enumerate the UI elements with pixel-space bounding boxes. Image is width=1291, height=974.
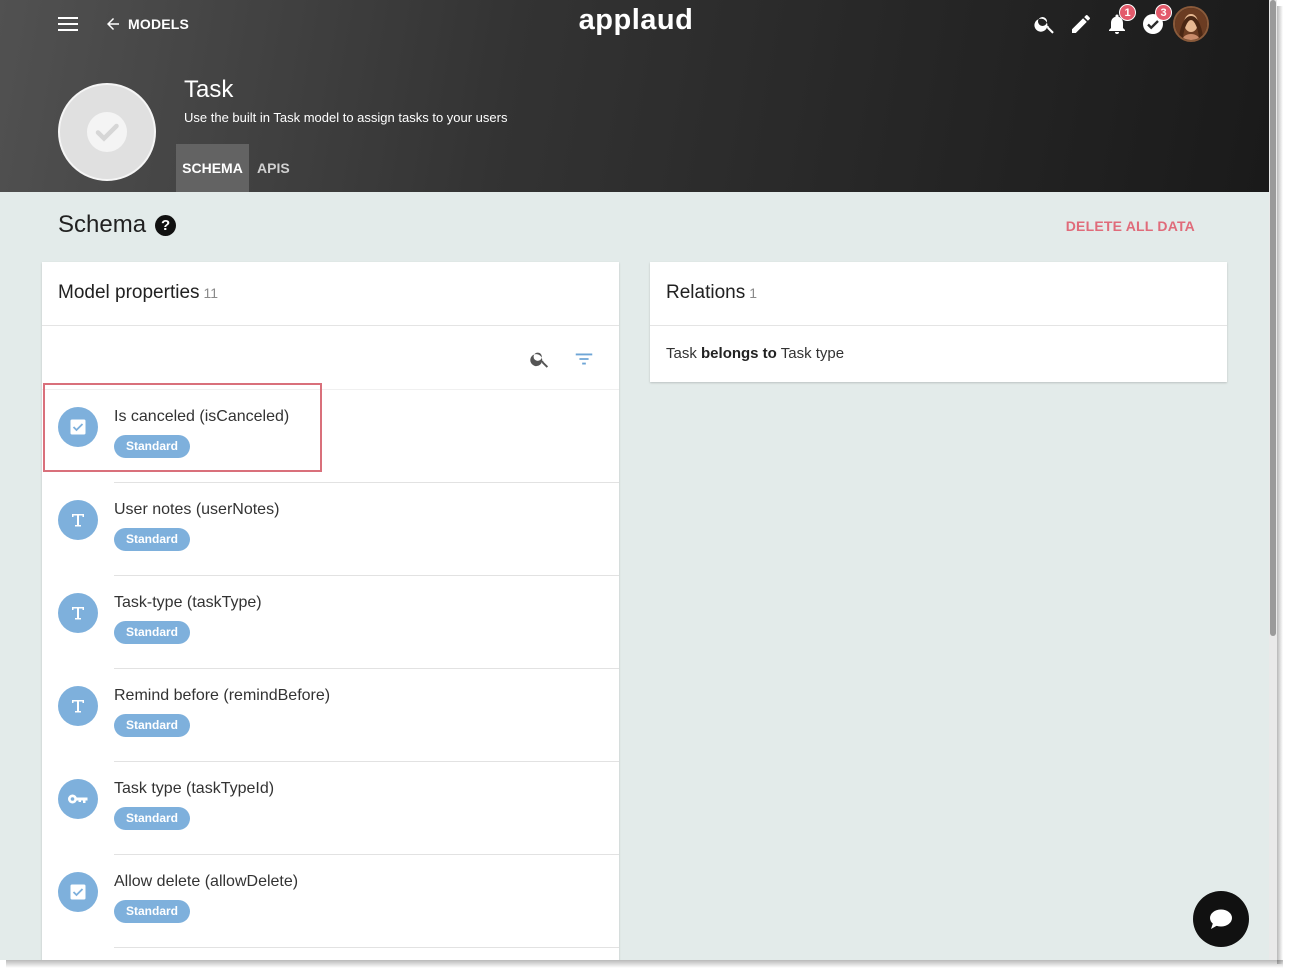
property-name: Allow delete (allowDelete) (114, 873, 299, 890)
property-name: Remind before (remindBefore) (114, 687, 331, 704)
tab-apis[interactable]: APIS (257, 144, 290, 192)
chat-bubble-icon (1210, 909, 1232, 929)
search-properties-icon[interactable] (529, 348, 551, 370)
property-row[interactable]: Is canceled (isCanceled) Standard (42, 390, 619, 483)
tab-schema[interactable]: SCHEMA (176, 144, 249, 192)
checkbox-icon (58, 407, 98, 447)
text-icon (58, 593, 98, 633)
search-icon[interactable] (1033, 12, 1057, 36)
app-window: MODELS applaud 1 3 Task Use the built in… (0, 0, 1269, 960)
properties-toolbar (42, 326, 619, 390)
schema-title: Schema (58, 211, 147, 238)
help-icon[interactable]: ? (155, 214, 177, 236)
filter-icon[interactable] (573, 348, 595, 370)
arrow-left-icon (107, 18, 119, 30)
model-properties-count: 11 (203, 285, 219, 301)
window-shadow (6, 960, 1283, 968)
property-name: Is canceled (isCanceled) (114, 408, 290, 425)
user-avatar[interactable] (1173, 6, 1209, 42)
applaud-logo: applaud (578, 4, 694, 36)
property-tag: Standard (114, 528, 191, 551)
property-row[interactable]: Task type (taskTypeId) Standard (42, 762, 619, 855)
property-tag: Standard (114, 714, 191, 737)
relation-row[interactable]: Task belongs to Task type (650, 326, 1227, 382)
app-header: MODELS applaud 1 3 Task Use the built in… (0, 0, 1269, 192)
property-row[interactable]: User notes (userNotes) Standard (42, 483, 619, 576)
property-row[interactable]: Remind before (remindBefore) Standard (42, 669, 619, 762)
text-icon (58, 686, 98, 726)
model-properties-header: Model properties 11 (42, 262, 619, 326)
key-icon (58, 779, 98, 819)
model-properties-panel: Model properties 11 Is canceled (isCancel… (42, 262, 619, 960)
text-icon (58, 500, 98, 540)
property-row[interactable]: Task-type (taskType) Standard (42, 576, 619, 669)
model-avatar (58, 83, 156, 181)
model-description: Use the built in Task model to assign ta… (184, 110, 508, 125)
notifications-badge: 1 (1119, 4, 1136, 21)
property-name: Task-type (taskType) (114, 594, 262, 611)
property-tag: Standard (114, 435, 191, 458)
schema-heading: Schema ? (58, 211, 177, 239)
user-avatar-image (1175, 8, 1207, 40)
delete-all-data-button[interactable]: DELETE ALL DATA (1066, 218, 1195, 234)
check-circle-icon (87, 112, 127, 152)
relation-target: Task type (780, 345, 845, 362)
edit-pencil-icon[interactable] (1069, 12, 1093, 36)
property-row[interactable]: Allow delete (allowDelete) Standard (42, 855, 619, 948)
property-name: Task type (taskTypeId) (114, 780, 275, 797)
property-tag: Standard (114, 621, 191, 644)
chat-button[interactable] (1193, 891, 1249, 947)
property-name: User notes (userNotes) (114, 501, 280, 518)
back-link-label: MODELS (128, 16, 190, 32)
property-tag: Standard (114, 807, 191, 830)
relations-title: Relations (666, 282, 746, 303)
relations-count: 1 (749, 285, 758, 301)
model-title: Task (184, 76, 234, 103)
vertical-scrollbar[interactable] (1269, 0, 1277, 960)
scrollbar-thumb[interactable] (1270, 0, 1276, 636)
menu-icon[interactable] (58, 16, 80, 32)
relation-type: belongs to (701, 345, 777, 362)
model-properties-title: Model properties (58, 282, 200, 303)
tasks-badge: 3 (1155, 4, 1172, 21)
relations-panel: Relations 1 Task belongs to Task type (650, 262, 1227, 382)
relations-header: Relations 1 (650, 262, 1227, 326)
property-tag: Standard (114, 900, 191, 923)
checkbox-icon (58, 872, 98, 912)
window-shadow (1277, 6, 1283, 964)
back-to-models-link[interactable]: MODELS (104, 13, 189, 35)
relation-source: Task (666, 345, 697, 362)
